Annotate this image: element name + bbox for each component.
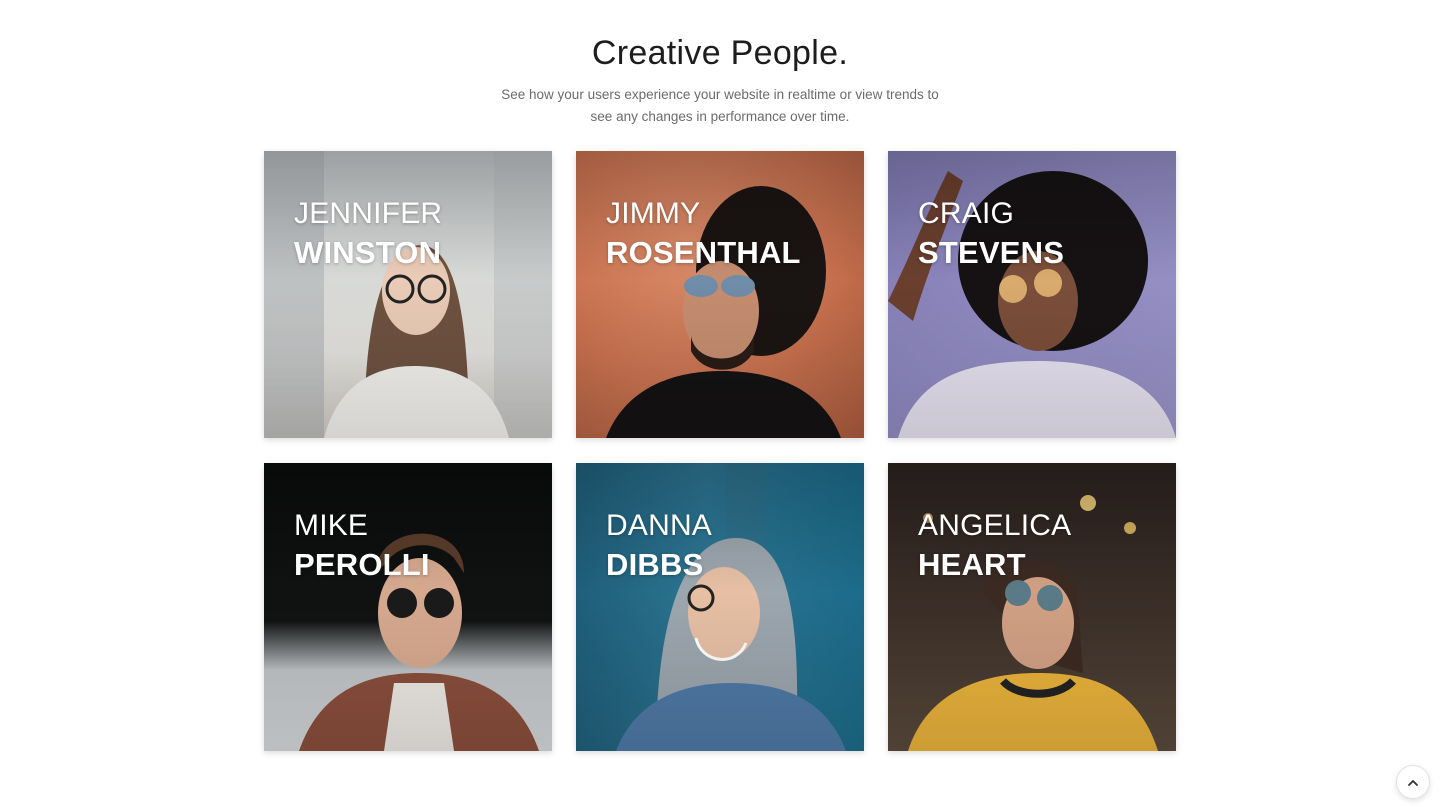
person-card[interactable]: ANGELICA HEART (888, 463, 1176, 751)
person-last-name: PEROLLI (294, 547, 430, 582)
person-card[interactable]: MIKE PEROLLI (264, 463, 552, 751)
section-subtitle: See how your users experience your websi… (470, 84, 970, 128)
person-first-name: JIMMY (606, 197, 701, 230)
person-card[interactable]: CRAIG STEVENS (888, 151, 1176, 438)
person-last-name: WINSTON (294, 235, 442, 270)
person-card[interactable]: JIMMY ROSENTHAL (576, 151, 864, 438)
person-last-name: STEVENS (918, 235, 1065, 270)
person-card[interactable]: DANNA DIBBS (576, 463, 864, 751)
person-first-name: MIKE (294, 509, 369, 542)
person-first-name: CRAIG (918, 197, 1015, 230)
person-card[interactable]: JENNIFER WINSTON (264, 151, 552, 438)
subtitle-line-1: See how your users experience your websi… (501, 87, 939, 102)
person-last-name: DIBBS (606, 547, 704, 582)
person-first-name: DANNA (606, 509, 713, 542)
person-last-name: HEART (918, 547, 1026, 582)
chevron-up-icon (1408, 779, 1418, 786)
person-last-name: ROSENTHAL (606, 235, 801, 270)
person-first-name: JENNIFER (294, 197, 443, 230)
subtitle-line-2: see any changes in performance over time… (590, 109, 850, 124)
scroll-to-top-button[interactable] (1396, 765, 1430, 799)
team-section: Creative People. See how your users expe… (0, 0, 1440, 810)
people-grid: JENNIFER WINSTON JIMMY ROSENTHAL CRAIG S… (264, 151, 1176, 751)
person-first-name: ANGELICA (918, 509, 1072, 542)
section-title: Creative People. (591, 34, 849, 72)
